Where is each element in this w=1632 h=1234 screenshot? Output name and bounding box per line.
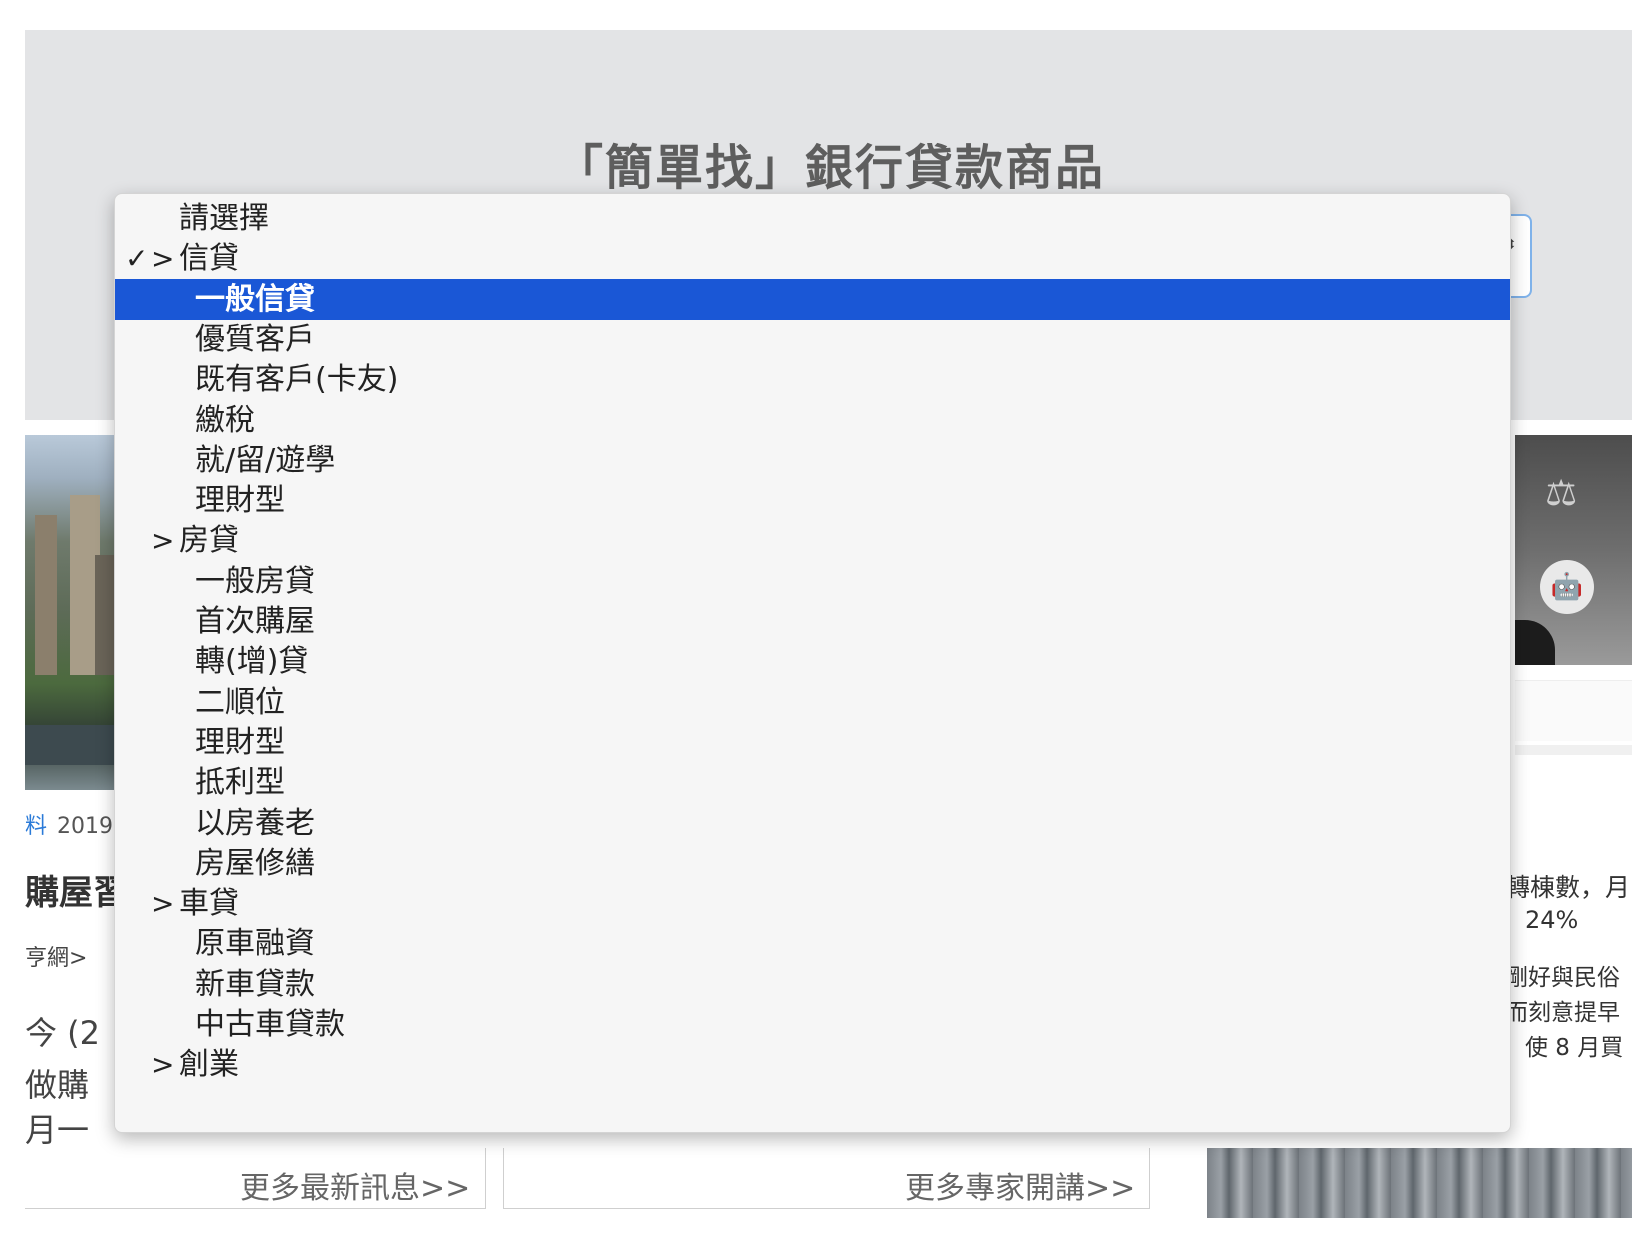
article-text: 今 (2 xyxy=(25,1014,101,1052)
article-tag: 料 xyxy=(25,814,48,839)
side-article-text: 使 8 月買 xyxy=(1525,1035,1624,1061)
option-label: 請選擇 xyxy=(179,201,269,236)
option-item[interactable]: 一般信貸 xyxy=(115,278,1510,320)
option-item[interactable]: 中古車貸款 xyxy=(115,1004,1510,1045)
option-label: 就/留/遊學 xyxy=(195,442,336,478)
option-group: ✓ > 信貸 xyxy=(115,238,1510,279)
checkmark-icon: ✓ xyxy=(125,242,149,276)
article-source[interactable]: 亨網> xyxy=(25,940,87,972)
option-label: 理財型 xyxy=(195,483,285,519)
option-label: 一般房貸 xyxy=(195,563,315,599)
option-label: 既有客戶(卡友) xyxy=(195,362,399,398)
scale-icon: ⚖ xyxy=(1545,473,1578,514)
option-label: 信貸 xyxy=(179,241,239,277)
option-item[interactable]: 就/留/遊學 xyxy=(115,440,1510,481)
side-article-text: 而刻意提早 xyxy=(1505,1000,1620,1026)
side-article-text: 剛好與民俗 xyxy=(1505,965,1620,991)
option-label: 創業 xyxy=(179,1047,239,1083)
more-expert-link[interactable]: 更多專家開講>> xyxy=(905,1163,1135,1207)
option-placeholder[interactable]: 請選擇 xyxy=(115,198,1510,239)
option-item[interactable]: 抵利型 xyxy=(115,762,1510,803)
option-label: 中古車貸款 xyxy=(195,1007,345,1042)
app-promo-image[interactable]: ⚖ 🤖 xyxy=(1515,435,1632,665)
option-label: 轉(增)貸 xyxy=(195,644,309,680)
option-group: > 創業 xyxy=(115,1044,1510,1085)
option-item[interactable]: 一般房貸 xyxy=(115,561,1510,602)
article-text: 月一 xyxy=(25,1111,90,1149)
more-news-link[interactable]: 更多最新訊息>> xyxy=(240,1163,470,1207)
option-item[interactable]: 首次購屋 xyxy=(115,601,1510,642)
option-label: 優質客戶 xyxy=(195,321,315,357)
option-item[interactable]: 二順位 xyxy=(115,682,1510,723)
article-date: 料 2019- xyxy=(25,814,121,839)
group-caret-icon: > xyxy=(151,242,175,276)
article-text: 做購 xyxy=(25,1066,90,1104)
option-label: 首次購屋 xyxy=(195,604,315,639)
group-caret-icon: > xyxy=(151,1048,175,1082)
option-label: 房貸 xyxy=(179,523,239,559)
city-photo-bottom[interactable] xyxy=(1207,1148,1632,1218)
option-label: 車貸 xyxy=(179,886,239,922)
group-caret-icon: > xyxy=(151,887,175,921)
option-label: 新車貸款 xyxy=(195,966,315,1002)
option-item[interactable]: 原車融資 xyxy=(115,923,1510,964)
article-headline[interactable]: 購屋習 xyxy=(25,865,127,914)
side-panel-divider xyxy=(1515,745,1632,755)
option-label: 二順位 xyxy=(195,684,285,720)
side-article-text: 24% xyxy=(1525,906,1579,934)
option-group: > 房貸 xyxy=(115,520,1510,561)
banner-title: 「簡單找」銀行貸款商品 xyxy=(554,140,1105,196)
option-label: 繳稅 xyxy=(195,402,255,438)
side-article-text: 轉棟數，月 xyxy=(1505,873,1631,902)
option-group: > 車貸 xyxy=(115,883,1510,924)
option-item[interactable]: 理財型 xyxy=(115,722,1510,763)
option-label: 理財型 xyxy=(195,724,285,760)
loan-type-dropdown[interactable]: 請選擇 ✓ > 信貸 一般信貸 優質客戶 既有客戶(卡友) 繳稅 就/留/遊學 理財型 > 房貸 一般房… xyxy=(114,193,1511,1133)
option-item[interactable]: 繳稅 xyxy=(115,400,1510,441)
option-item[interactable]: 理財型 xyxy=(115,480,1510,521)
group-caret-icon: > xyxy=(151,524,175,558)
android-icon: 🤖 xyxy=(1540,560,1594,614)
option-item[interactable]: 既有客戶(卡友) xyxy=(115,359,1510,400)
option-label: 以房養老 xyxy=(195,805,315,841)
option-item[interactable]: 房屋修繕 xyxy=(115,843,1510,884)
city-photo-left[interactable] xyxy=(25,435,120,790)
option-label: 抵利型 xyxy=(195,765,285,801)
option-label: 房屋修繕 xyxy=(195,845,315,881)
option-item[interactable]: 優質客戶 xyxy=(115,319,1510,360)
option-item[interactable]: 轉(增)貸 xyxy=(115,641,1510,682)
option-item[interactable]: 以房養老 xyxy=(115,803,1510,844)
option-label: 原車融資 xyxy=(195,926,315,962)
option-item[interactable]: 新車貸款 xyxy=(115,964,1510,1005)
side-panel-strip xyxy=(1515,680,1632,741)
option-label: 一般信貸 xyxy=(195,281,315,317)
